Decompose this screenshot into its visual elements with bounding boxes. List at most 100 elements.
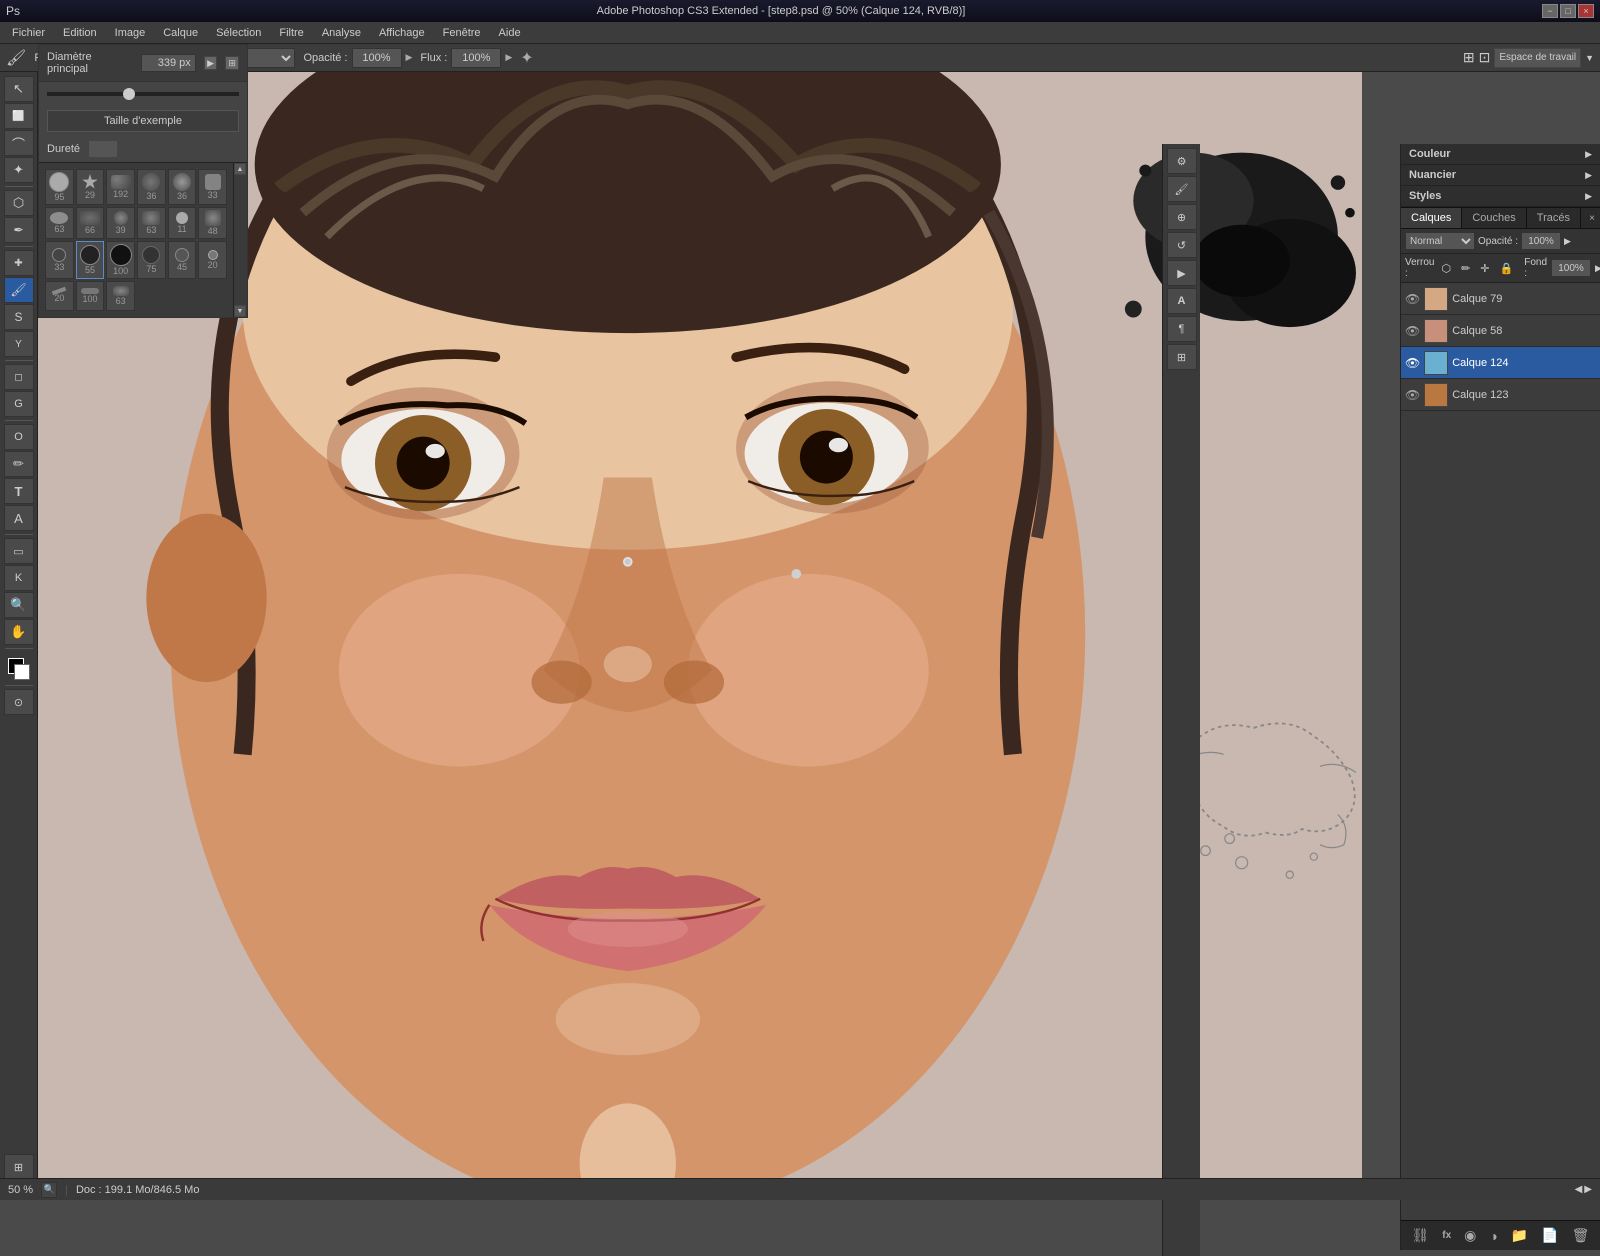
tool-path-select[interactable]: A bbox=[4, 505, 34, 531]
layer-item[interactable]: 👁 Calque 123 bbox=[1401, 379, 1600, 411]
diameter-input[interactable] bbox=[141, 54, 196, 72]
brush-preset-item[interactable]: 36 bbox=[137, 169, 166, 205]
timeline-next-icon[interactable]: ▶ bbox=[1584, 1184, 1592, 1195]
layer-item[interactable]: 👁 Calque 124 bbox=[1401, 347, 1600, 379]
tool-hand[interactable]: ✋ bbox=[4, 619, 34, 645]
flux-arrow[interactable]: ▶ bbox=[505, 52, 512, 63]
layer-new-icon[interactable]: 📄 bbox=[1539, 1225, 1560, 1246]
layer-visibility-toggle[interactable]: 👁 bbox=[1405, 356, 1420, 370]
menu-image[interactable]: Image bbox=[107, 25, 154, 41]
right-icon-channels[interactable]: ⊞ bbox=[1167, 344, 1197, 370]
tab-couches[interactable]: Couches bbox=[1462, 208, 1526, 228]
scroll-up-icon[interactable]: ▲ bbox=[234, 163, 246, 175]
layer-visibility-toggle[interactable]: 👁 bbox=[1405, 292, 1420, 306]
styles-section-header[interactable]: Styles ▶ bbox=[1401, 186, 1600, 206]
layer-item[interactable]: 👁 Calque 58 bbox=[1401, 315, 1600, 347]
airbrush-icon[interactable]: ✦ bbox=[520, 48, 533, 68]
tool-brush[interactable]: 🖌 bbox=[4, 277, 34, 303]
brush-preset-item[interactable]: 29 bbox=[76, 169, 105, 205]
brush-preset-item[interactable]: 55 bbox=[76, 241, 105, 279]
tool-marquee[interactable]: ⬜ bbox=[4, 103, 34, 129]
workspace-dropdown-icon[interactable]: ▼ bbox=[1585, 53, 1594, 63]
opacity-input[interactable] bbox=[352, 48, 402, 68]
lock-paint-icon[interactable]: ✏ bbox=[1458, 261, 1473, 276]
right-icon-actions[interactable]: ▶ bbox=[1167, 260, 1197, 286]
menu-analyse[interactable]: Analyse bbox=[314, 25, 369, 41]
layer-fx-icon[interactable]: fx bbox=[1440, 1228, 1453, 1243]
blend-mode-select[interactable]: Normal Produit Incrustation bbox=[1405, 232, 1475, 250]
tab-calques[interactable]: Calques bbox=[1401, 208, 1462, 228]
right-icon-text[interactable]: A bbox=[1167, 288, 1197, 314]
opacity-arrow[interactable]: ▶ bbox=[406, 52, 413, 63]
tool-dodge[interactable]: O bbox=[4, 424, 34, 450]
tool-crop[interactable]: ⬡ bbox=[4, 190, 34, 216]
opacity-arrow-icon[interactable]: ▶ bbox=[1564, 236, 1571, 247]
brush-preset-item[interactable]: 63 bbox=[45, 207, 74, 239]
menu-edition[interactable]: Edition bbox=[55, 25, 105, 41]
minimize-button[interactable]: − bbox=[1542, 4, 1558, 18]
maximize-button[interactable]: □ bbox=[1560, 4, 1576, 18]
layers-close-icon[interactable]: × bbox=[1584, 208, 1600, 228]
brush-preset-item[interactable]: 36 bbox=[168, 169, 197, 205]
tool-zoom[interactable]: 🔍 bbox=[4, 592, 34, 618]
sample-size-button[interactable]: Taille d'exemple bbox=[47, 110, 239, 132]
fill-arrow-icon[interactable]: ▶ bbox=[1595, 263, 1600, 274]
layer-item[interactable]: 👁 Calque 79 bbox=[1401, 283, 1600, 315]
right-icon-paragraph[interactable]: ¶ bbox=[1167, 316, 1197, 342]
menu-selection[interactable]: Sélection bbox=[208, 25, 269, 41]
workspace-icon1[interactable]: ⊞ bbox=[1463, 49, 1475, 66]
brush-preset-item[interactable]: 192 bbox=[106, 169, 135, 205]
tool-eraser[interactable]: ◻ bbox=[4, 364, 34, 390]
brush-preset-item[interactable]: 39 bbox=[106, 207, 135, 239]
color-section-header[interactable]: Couleur ▶ bbox=[1401, 144, 1600, 164]
brush-preset-item[interactable]: 33 bbox=[198, 169, 227, 205]
diameter-slider[interactable] bbox=[47, 92, 239, 96]
tool-magic-wand[interactable]: ✦ bbox=[4, 157, 34, 183]
menu-filtre[interactable]: Filtre bbox=[271, 25, 311, 41]
menu-aide[interactable]: Aide bbox=[491, 25, 529, 41]
tool-lasso[interactable]: ⌒ bbox=[4, 130, 34, 156]
background-color[interactable] bbox=[14, 664, 30, 680]
brush-preset-item[interactable]: 20 bbox=[198, 241, 227, 279]
layer-delete-icon[interactable]: 🗑 bbox=[1570, 1225, 1592, 1246]
menu-affichage[interactable]: Affichage bbox=[371, 25, 433, 41]
brush-preset-item[interactable]: 63 bbox=[137, 207, 166, 239]
layer-opacity-input[interactable] bbox=[1521, 232, 1561, 250]
brush-preset-item[interactable]: 63 bbox=[106, 281, 135, 311]
menu-fenetre[interactable]: Fenêtre bbox=[435, 25, 489, 41]
brush-preset-item[interactable]: 20 bbox=[45, 281, 74, 311]
tool-history-brush[interactable]: Y bbox=[4, 331, 34, 357]
menu-calque[interactable]: Calque bbox=[155, 25, 206, 41]
brush-preset-item[interactable]: 11 bbox=[168, 207, 197, 239]
right-icon-brush[interactable]: 🖌 bbox=[1167, 176, 1197, 202]
nuancier-section-header[interactable]: Nuancier ▶ bbox=[1401, 165, 1600, 185]
brush-panel-scrollbar[interactable]: ▲ ▼ bbox=[233, 163, 247, 317]
brush-preset-item[interactable]: 95 bbox=[45, 169, 74, 205]
right-icon-history[interactable]: ↺ bbox=[1167, 232, 1197, 258]
tab-traces[interactable]: Tracés bbox=[1527, 208, 1581, 228]
timeline-prev-icon[interactable]: ◀ bbox=[1575, 1184, 1583, 1195]
close-button[interactable]: × bbox=[1578, 4, 1594, 18]
tool-quickmask[interactable]: ⊙ bbox=[4, 689, 34, 715]
layer-fill-input[interactable] bbox=[1551, 259, 1591, 277]
layer-group-icon[interactable]: 📁 bbox=[1509, 1225, 1530, 1246]
layer-adjustment-icon[interactable]: ◑ bbox=[1487, 1226, 1499, 1246]
tool-eyedropper[interactable]: ✒ bbox=[4, 217, 34, 243]
lock-move-icon[interactable]: ✛ bbox=[1477, 261, 1492, 276]
menu-fichier[interactable]: Fichier bbox=[4, 25, 53, 41]
right-icon-clone[interactable]: ⊕ bbox=[1167, 204, 1197, 230]
tool-shape[interactable]: ▭ bbox=[4, 538, 34, 564]
scroll-down-icon[interactable]: ▼ bbox=[234, 305, 246, 317]
tool-stamp[interactable]: S bbox=[4, 304, 34, 330]
tool-gradient[interactable]: G bbox=[4, 391, 34, 417]
brush-preset-item[interactable]: 100 bbox=[106, 241, 135, 279]
flux-input[interactable] bbox=[451, 48, 501, 68]
layer-link-icon[interactable]: ⛓ bbox=[1409, 1225, 1431, 1246]
tool-heal[interactable]: ✚ bbox=[4, 250, 34, 276]
tool-pen[interactable]: ✏ bbox=[4, 451, 34, 477]
right-icon-options[interactable]: ⚙ bbox=[1167, 148, 1197, 174]
brush-preset-item[interactable]: 75 bbox=[137, 241, 166, 279]
brush-preset-item[interactable]: 100 bbox=[76, 281, 105, 311]
layer-visibility-toggle[interactable]: 👁 bbox=[1405, 388, 1420, 402]
workspace-icon2[interactable]: ⊡ bbox=[1479, 49, 1491, 66]
